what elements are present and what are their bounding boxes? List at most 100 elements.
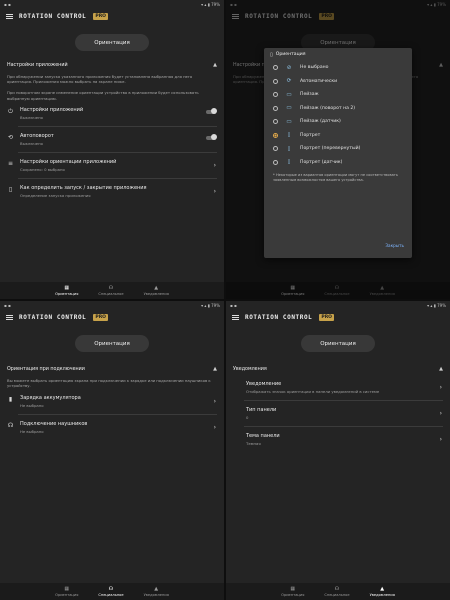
app-settings-toggle[interactable] (206, 108, 217, 115)
rotate-icon: ⟲ (7, 133, 14, 141)
status-left: ▪ ▪ (4, 303, 11, 308)
status-right: ▾ ▴ ▮ 79% (427, 303, 446, 308)
radio-button-selected[interactable] (273, 132, 278, 138)
nav-label: Ориентация (281, 593, 305, 597)
section-header[interactable]: Настройки приложений ▲ (0, 62, 224, 68)
app-bar: ROTATION CONTROL PRO (0, 310, 224, 325)
option-label: Портрет (перевернутый) (300, 146, 361, 152)
menu-icon[interactable] (232, 315, 239, 320)
divider (244, 400, 443, 401)
nav-label: Специальное (324, 593, 350, 597)
nav-orientation[interactable]: ▦ Ориентация (55, 583, 78, 600)
status-right: ▾ ▴ ▮ 79% (201, 303, 220, 308)
app-bar: ROTATION CONTROL PRO (226, 310, 450, 325)
nav-orientation[interactable]: ▦ Ориентация (281, 583, 304, 600)
blank-icon (233, 382, 240, 389)
orientation-button[interactable]: Ориентация (301, 335, 375, 352)
auto-rotate-icon: ⟳ (286, 78, 292, 85)
orientation-dialog: ▯ Ориентация ⊘ Не выбрано ⟳ Автоматическ… (264, 48, 412, 258)
radio-button[interactable] (273, 65, 278, 71)
status-bar: ▪ ▪ ▾ ▴ ▮ 79% (0, 0, 224, 9)
option-landscape[interactable]: ▭ Пейзаж (264, 88, 412, 102)
bottom-nav: ▦ Ориентация ☊ Специальное ▲ Уведомления (0, 583, 224, 600)
orientation-button[interactable]: Ориентация (75, 34, 149, 51)
option-label: Пейзаж (поворот на 2) (300, 105, 356, 111)
grid-icon: ▦ (290, 586, 296, 592)
bell-icon: ▲ (154, 586, 159, 592)
option-landscape-reverse[interactable]: ▭ Пейзаж (поворот на 2) (264, 102, 412, 116)
chevron-up-icon: ▲ (439, 366, 443, 372)
nav-notifications[interactable]: ▲ Уведомления (144, 583, 169, 600)
app-title: ROTATION CONTROL (19, 13, 87, 20)
list-icon: ≡ (7, 159, 14, 167)
row-subtitle: Не выбрано (20, 403, 44, 409)
divider (244, 426, 443, 427)
nav-label: Уведомления (369, 593, 395, 597)
chevron-right-icon: › (439, 436, 442, 443)
nav-orientation[interactable]: ▦ Ориентация (55, 282, 78, 299)
radio-button[interactable] (273, 119, 278, 125)
row-subtitle: Определение запуска приложения (20, 192, 91, 198)
setting-row-detect-launch[interactable]: ▯ Как определить запуск / закрытие прило… (0, 185, 224, 198)
option-portrait-reverse[interactable]: ▯ Портрет (перевернутый) (264, 142, 412, 156)
setting-row-app-settings[interactable]: ⏻ Настройки приложений Выключено (0, 107, 224, 120)
pro-badge: PRO (93, 314, 108, 321)
row-title: Настройки приложений (20, 106, 84, 113)
row-title: Настройки ориентации приложений (20, 158, 117, 165)
chevron-right-icon: › (213, 187, 216, 195)
section-description-2: При поворотном экране изменение ориентац… (7, 90, 199, 101)
radio-button[interactable] (273, 105, 278, 111)
divider (18, 177, 217, 179)
screen-settings: ▪ ▪ ▾ ▴ ▮ 79% ROTATION CONTROL PRO Ориен… (0, 0, 224, 299)
row-subtitle: Отображать значок ориентации в панели ув… (246, 389, 380, 394)
orientation-button[interactable]: Ориентация (75, 335, 149, 352)
option-portrait-sensor[interactable]: ▯ Портрет (датчик) (264, 156, 412, 170)
setting-row-app-orientation[interactable]: ≡ Настройки ориентации приложений Сохран… (0, 159, 224, 172)
dialog-title: Ориентация (275, 52, 306, 57)
nav-notifications[interactable]: ▲ Уведомления (144, 282, 169, 299)
radio-button[interactable] (273, 92, 278, 98)
setting-row-notification[interactable]: Уведомление Отображать значок ориентации… (226, 381, 450, 394)
option-portrait[interactable]: ▯ Портрет (264, 129, 412, 143)
section-description: Вы можете выбрать ориентацию экрана при … (7, 378, 211, 389)
nav-special[interactable]: ☊ Специальное (98, 282, 123, 299)
bottom-nav: ▦ Ориентация ☊ Специальное ▲ Уведомления (226, 583, 450, 600)
nav-label: Ориентация (55, 593, 79, 597)
row-subtitle: Темная (246, 441, 261, 446)
dialog-header: ▯ Ориентация (264, 48, 412, 61)
row-title: Тема панели (246, 433, 280, 439)
app-bar: ROTATION CONTROL PRO (0, 9, 224, 24)
setting-row-autorotate[interactable]: ⟲ Автоповорот Выключено (0, 133, 224, 146)
grid-icon: ▦ (64, 586, 70, 592)
headphones-icon: ☊ (7, 422, 14, 430)
blank-icon (233, 434, 240, 441)
chevron-right-icon: › (213, 398, 216, 406)
autorotate-toggle[interactable] (206, 134, 217, 141)
radio-button[interactable] (273, 78, 278, 84)
chevron-right-icon: › (213, 424, 216, 432)
setting-row-charging[interactable]: ▮ Зарядка аккумулятора Не выбрано › (0, 395, 224, 408)
option-auto[interactable]: ⟳ Автоматически (264, 75, 412, 89)
nav-notifications[interactable]: ▲ Уведомления (370, 583, 395, 600)
nav-special[interactable]: ☊ Специальное (98, 583, 123, 600)
setting-row-headphones[interactable]: ☊ Подключение наушников Не выбрано › (0, 421, 224, 434)
setting-row-panel-theme[interactable]: Тема панели Темная › (226, 433, 450, 446)
landscape-reverse-icon: ▭ (286, 105, 292, 112)
radio-button[interactable] (273, 159, 278, 165)
menu-icon[interactable] (6, 14, 13, 19)
nav-special[interactable]: ☊ Специальное (324, 583, 349, 600)
chevron-right-icon: › (439, 410, 442, 417)
option-label: Портрет (300, 132, 321, 138)
menu-icon[interactable] (6, 315, 13, 320)
portrait-icon: ▯ (287, 132, 291, 139)
row-title: Автоповорот (20, 132, 54, 139)
close-button[interactable]: Закрыть (385, 243, 404, 248)
section-header[interactable]: Ориентация при подключении ▲ (0, 366, 224, 372)
setting-row-panel-type[interactable]: Тип панели 0 › (226, 407, 450, 420)
radio-button[interactable] (273, 146, 278, 152)
option-not-selected[interactable]: ⊘ Не выбрано (264, 61, 412, 75)
pro-badge: PRO (319, 314, 334, 321)
option-landscape-sensor[interactable]: ▭ Пейзаж (датчик) (264, 115, 412, 129)
chevron-up-icon: ▲ (213, 366, 217, 372)
landscape-sensor-icon: ▭ (286, 118, 292, 125)
